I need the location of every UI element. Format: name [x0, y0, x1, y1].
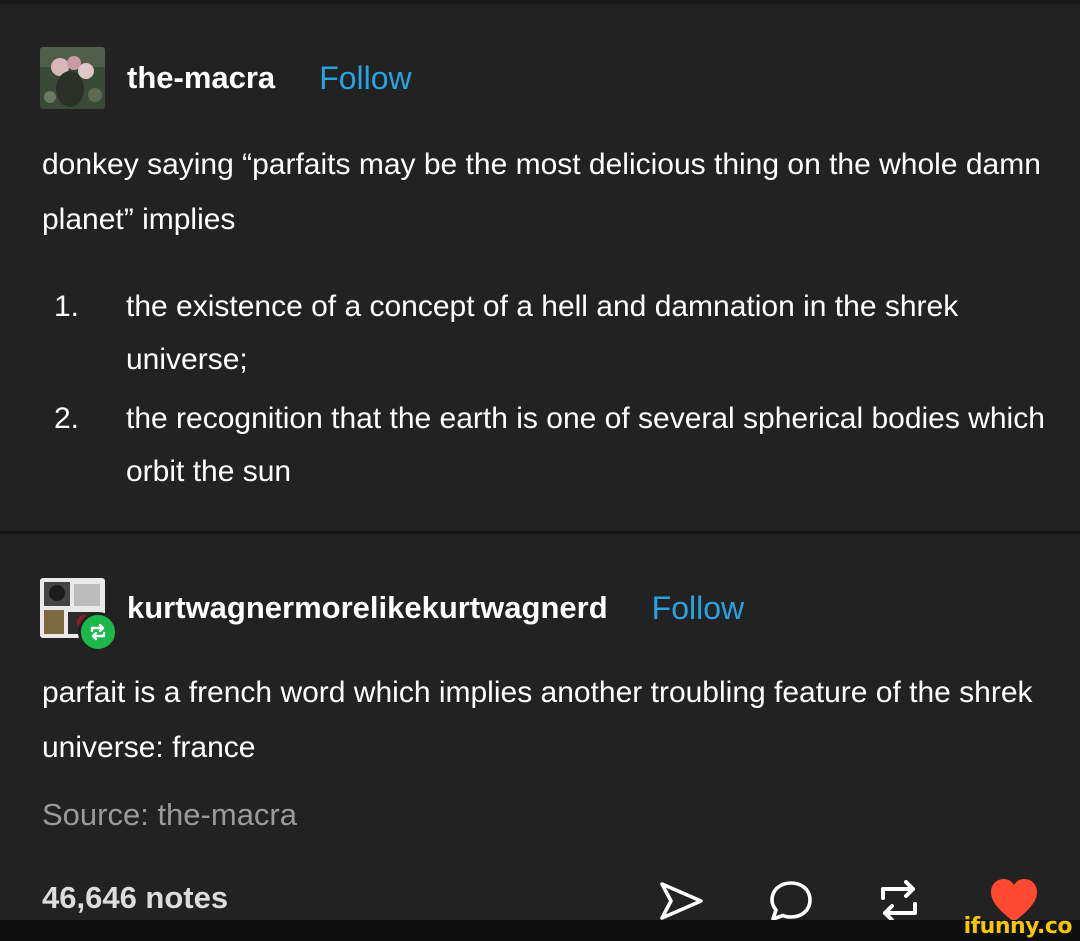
source-link[interactable]: Source: the-macra	[42, 790, 297, 840]
list-number: 1.	[54, 290, 80, 323]
list-text: the recognition that the earth is one of…	[126, 402, 1045, 488]
reblog-text: parfait is a french word which implies a…	[42, 676, 1033, 764]
follow-button-the-macra[interactable]: Follow	[319, 60, 411, 97]
tumblr-post: the-macra Follow donkey saying “parfaits…	[0, 0, 1080, 941]
post-divider	[0, 531, 1080, 534]
reblog-header: kurtwagnermorelikekurtwagnerd Follow	[40, 578, 744, 638]
ifunny-watermark: ifunny.co	[963, 914, 1073, 939]
list-number: 2.	[54, 402, 80, 435]
follow-button-kurtwagnermorelikekurtwagnerd[interactable]: Follow	[652, 590, 744, 627]
list-item-1: 1. the existence of a concept of a hell …	[42, 280, 1052, 386]
list-item-2: 2. the recognition that the earth is one…	[42, 392, 1052, 498]
username-kurtwagnermorelikekurtwagnerd[interactable]: kurtwagnermorelikekurtwagnerd	[127, 590, 608, 626]
avatar-the-macra[interactable]	[40, 47, 105, 109]
notes-count[interactable]: 46,646 notes	[42, 880, 228, 916]
bottom-bar	[0, 920, 1080, 941]
username-the-macra[interactable]: the-macra	[127, 60, 275, 96]
reblog-badge-icon	[78, 612, 118, 652]
original-post-header: the-macra Follow	[40, 47, 412, 109]
list-text: the existence of a concept of a hell and…	[126, 290, 959, 376]
top-edge	[0, 0, 1080, 4]
original-post-text: donkey saying “parfaits may be the most …	[42, 148, 1041, 236]
